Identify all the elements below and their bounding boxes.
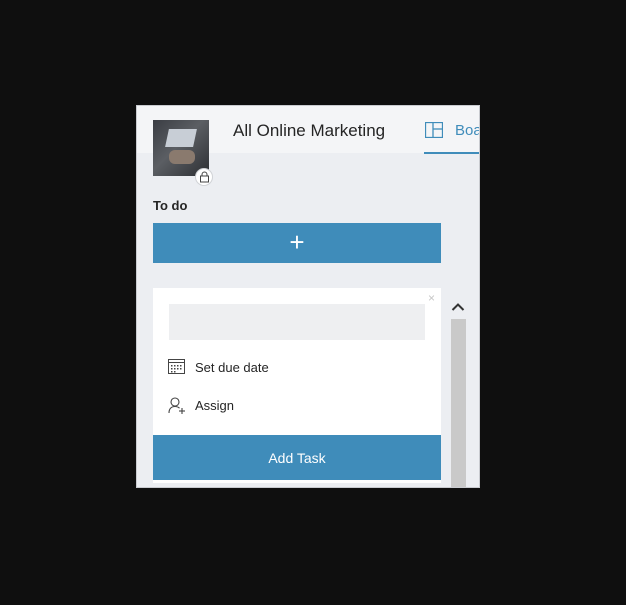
new-task-card: × Set due date Assign Add Task — [153, 288, 441, 483]
chevron-up-icon[interactable] — [450, 299, 466, 315]
assign-label: Assign — [195, 398, 235, 413]
tab-board-label: Boa — [455, 122, 480, 139]
person-add-icon — [168, 397, 185, 414]
assign-button[interactable]: Assign — [168, 395, 308, 417]
hand-graphic — [169, 150, 195, 164]
board-icon — [425, 122, 443, 138]
set-due-date-button[interactable]: Set due date — [168, 357, 308, 379]
set-due-date-label: Set due date — [195, 360, 269, 375]
laptop-screen-graphic — [165, 129, 197, 147]
scrollbar-track[interactable] — [451, 319, 466, 487]
tab-board[interactable]: Boa — [424, 121, 480, 154]
close-icon[interactable]: × — [428, 291, 435, 305]
task-title-input[interactable] — [169, 304, 425, 340]
plus-icon: + — [289, 227, 305, 257]
planner-window: All Online Marketing Boa To do + × Set d… — [136, 105, 480, 488]
lock-icon — [195, 168, 213, 186]
add-task-bar-button[interactable]: + — [153, 223, 441, 263]
group-title: All Online Marketing — [233, 121, 386, 140]
column-title: To do — [153, 198, 188, 213]
add-task-button[interactable]: Add Task — [153, 435, 441, 480]
calendar-icon — [168, 359, 185, 374]
